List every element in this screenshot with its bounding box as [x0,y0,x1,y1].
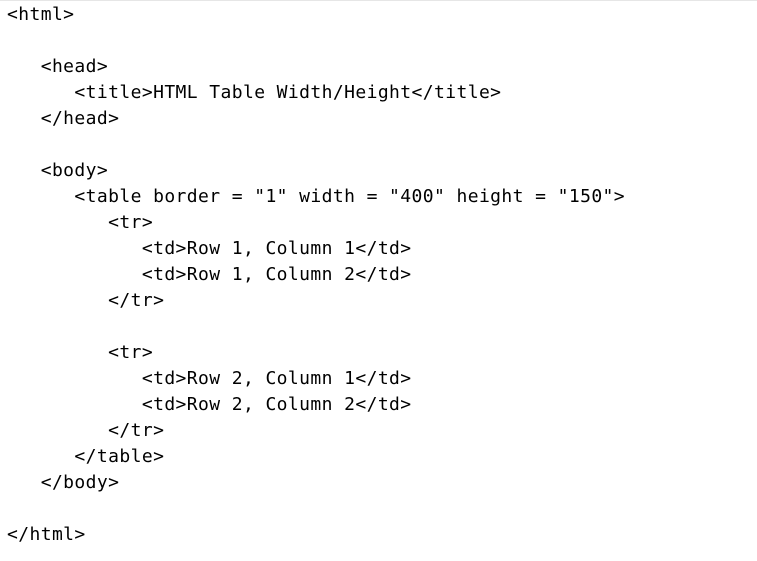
code-line: <tr> [7,342,154,363]
code-line: <td>Row 1, Column 1</td> [7,238,412,259]
code-block: <html> <head> <title>HTML Table Width/He… [7,2,625,548]
code-line: </tr> [7,290,165,311]
code-line: </table> [7,446,165,467]
code-line: <tr> [7,212,154,233]
code-line: </tr> [7,420,165,441]
code-line: <td>Row 2, Column 2</td> [7,394,412,415]
code-line: </html> [7,524,86,545]
code-line: <body> [7,160,109,181]
code-line: <table border = "1" width = "400" height… [7,186,626,207]
code-line: </head> [7,108,120,129]
code-line: </body> [7,472,120,493]
code-line: <td>Row 1, Column 2</td> [7,264,412,285]
code-line: <head> [7,56,109,77]
code-line: <title>HTML Table Width/Height</title> [7,82,502,103]
code-viewer: <html> <head> <title>HTML Table Width/He… [0,0,757,561]
code-line: <td>Row 2, Column 1</td> [7,368,412,389]
code-line: <html> [7,4,75,25]
